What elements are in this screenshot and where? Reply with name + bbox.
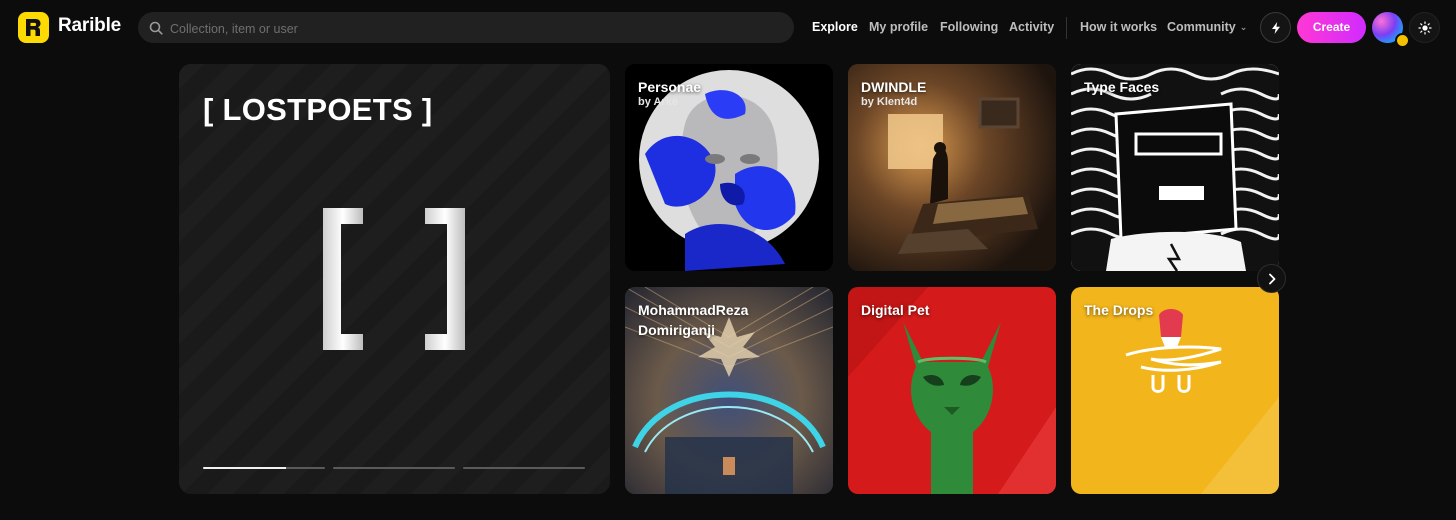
hero-slide-progress-2[interactable] [333,467,455,469]
hero-title: [ LOSTPOETS ] [203,92,433,127]
sun-icon [1418,21,1432,35]
chevron-down-icon: ⌄ [1239,22,1248,32]
collection-creator: by Arke [638,96,678,108]
collection-title: MohammadReza Domiriganji [638,302,749,338]
search-input[interactable] [168,12,772,45]
collection-card-mohammadreza-domiriganji[interactable]: MohammadReza Domiriganji [625,287,833,494]
top-navigation-bar: Rarible Explore My profile Following Act… [0,0,1456,56]
collection-card-type-faces[interactable]: Type Faces [1071,64,1279,271]
brand-name[interactable]: Rarible [58,15,121,37]
featured-collection-hero[interactable]: [ LOSTPOETS ] [179,64,610,494]
nav-community-dropdown[interactable]: Community ⌄ [1167,20,1247,34]
nav-how-it-works[interactable]: How it works [1080,20,1157,34]
lightning-button[interactable] [1260,12,1291,43]
lightning-icon [1272,22,1280,34]
collection-card-dwindle[interactable]: DWINDLE by Klent4d [848,64,1056,271]
nav-explore[interactable]: Explore [812,20,858,34]
collection-card-digital-pet[interactable]: Digital Pet [848,287,1056,494]
chevron-right-icon [1269,273,1276,285]
collection-card-personae[interactable]: Personae by Arke [625,64,833,271]
hero-slide-progress-3[interactable] [463,467,585,469]
theme-toggle-button[interactable] [1409,12,1440,43]
nav-activity[interactable]: Activity [1009,20,1054,34]
hero-slide-progress-1[interactable] [203,467,325,469]
collection-title: DWINDLE [861,79,927,95]
search-icon [149,21,163,35]
nav-divider [1066,17,1067,39]
nav-my-profile[interactable]: My profile [869,20,928,34]
collection-title: The Drops [1084,302,1154,318]
collection-card-the-drops[interactable]: The Drops [1071,287,1279,494]
rarible-logo-icon[interactable] [18,12,49,43]
nav-following[interactable]: Following [940,20,998,34]
collection-title: Personae [638,79,702,95]
carousel-next-button[interactable] [1257,264,1286,293]
search-bar[interactable] [138,12,794,45]
collection-creator: by Klent4d [861,96,918,108]
verified-badge-icon [1395,33,1410,48]
collection-title: Type Faces [1084,79,1160,95]
nav-community-label: Community [1167,20,1236,34]
collection-title: Digital Pet [861,302,930,318]
brackets-artwork [323,208,465,350]
create-button[interactable]: Create [1297,12,1366,43]
